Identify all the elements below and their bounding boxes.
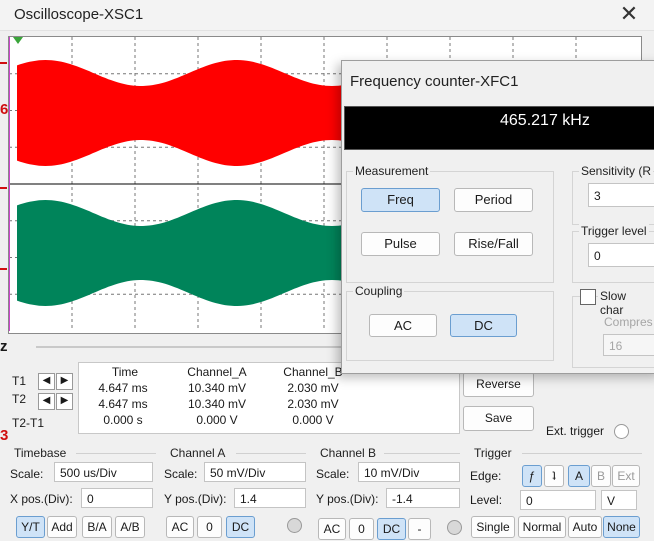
channel-b-terminal[interactable] bbox=[447, 520, 462, 535]
channel-a-scale-label: Scale: bbox=[164, 467, 198, 481]
channel-b-scale-field[interactable]: 10 mV/Div bbox=[358, 462, 460, 482]
canvas-wire-mark bbox=[0, 62, 7, 64]
channel-b-zero-button[interactable]: 0 bbox=[349, 518, 374, 540]
readout-t2-channel-a: 10.340 mV bbox=[187, 397, 247, 411]
trigger-edge-label: Edge: bbox=[470, 469, 502, 483]
readout-t2-time: 4.647 ms bbox=[98, 397, 148, 411]
trigger-source-ext-button[interactable]: Ext bbox=[612, 465, 640, 487]
channel-a-terminal[interactable] bbox=[287, 518, 302, 533]
close-icon[interactable]: ✕ bbox=[616, 1, 642, 27]
canvas-wire-mark bbox=[0, 268, 7, 270]
t2-left-arrow-icon[interactable]: ◀ bbox=[38, 393, 55, 410]
channel-a-scale-field[interactable]: 50 mV/Div bbox=[204, 462, 306, 482]
group-divider bbox=[384, 453, 460, 454]
trigger-none-button[interactable]: None bbox=[603, 516, 640, 538]
group-divider bbox=[76, 453, 156, 454]
channel-b-scale-label: Scale: bbox=[316, 467, 350, 481]
readout-header-channel-a: Channel_A bbox=[187, 365, 247, 379]
slow-change-checkbox[interactable] bbox=[580, 289, 596, 305]
group-divider bbox=[236, 453, 306, 454]
readout-t1-channel-a: 10.340 mV bbox=[187, 381, 247, 395]
pulse-button[interactable]: Pulse bbox=[361, 232, 440, 256]
rising-edge-icon[interactable]: ƒ bbox=[522, 465, 542, 487]
ba-button[interactable]: B/A bbox=[82, 516, 112, 538]
reverse-button[interactable]: Reverse bbox=[463, 372, 534, 397]
t1-right-arrow-icon[interactable]: ▶ bbox=[56, 373, 73, 390]
readout-row-label: T1 bbox=[12, 374, 27, 388]
channel-b-ypos-field[interactable]: -1.4 bbox=[386, 488, 460, 508]
readout-t1-channel-b: 2.030 mV bbox=[287, 381, 339, 395]
channel-b-ypos-label: Y pos.(Div): bbox=[316, 492, 379, 506]
timebase-xpos-label: X pos.(Div): bbox=[10, 492, 73, 506]
group-divider bbox=[522, 453, 642, 454]
channel-b-title: Channel B bbox=[320, 446, 377, 460]
trigger-single-button[interactable]: Single bbox=[471, 516, 515, 538]
timebase-title: Timebase bbox=[14, 446, 67, 460]
readout-diff-channel-a: 0.000 V bbox=[196, 413, 238, 427]
readout-header-time: Time bbox=[111, 365, 139, 379]
yt-button[interactable]: Y/T bbox=[16, 516, 45, 538]
channel-b-ac-button[interactable]: AC bbox=[318, 518, 346, 540]
t1-left-arrow-icon[interactable]: ◀ bbox=[38, 373, 55, 390]
trigger-title: Trigger bbox=[474, 446, 512, 460]
trigger-level-unit[interactable]: V bbox=[601, 490, 637, 510]
measurement-title: Measurement bbox=[353, 164, 431, 178]
coupling-title: Coupling bbox=[353, 284, 405, 298]
timebase-scale-field[interactable]: 500 us/Div bbox=[54, 462, 153, 482]
ext-trigger-terminal[interactable] bbox=[614, 424, 629, 439]
readout-row-label: T2 bbox=[12, 392, 27, 406]
sensitivity-label: Sensitivity (R bbox=[579, 164, 654, 178]
trigger-level-field[interactable]: 0 bbox=[520, 490, 596, 510]
rise-fall-button[interactable]: Rise/Fall bbox=[454, 232, 533, 256]
canvas-label-z: z bbox=[0, 338, 8, 355]
slow-change-label: Slow char bbox=[598, 289, 654, 317]
falling-edge-icon[interactable]: ʇ bbox=[544, 465, 564, 487]
ab-button[interactable]: A/B bbox=[115, 516, 145, 538]
channel-a-zero-button[interactable]: 0 bbox=[197, 516, 222, 538]
period-button[interactable]: Period bbox=[454, 188, 533, 212]
window-title: Oscilloscope-XSC1 bbox=[14, 6, 144, 23]
channel-b-dc-button[interactable]: DC bbox=[377, 518, 406, 540]
readout-row-label: T2-T1 bbox=[12, 416, 45, 430]
frequency-counter-title: Frequency counter-XFC1 bbox=[350, 73, 519, 90]
readout-diff-channel-b: 0.000 V bbox=[292, 413, 334, 427]
readout-t2-channel-b: 2.030 mV bbox=[287, 397, 339, 411]
cursor-handle-icon bbox=[13, 37, 23, 44]
add-button[interactable]: Add bbox=[47, 516, 77, 538]
channel-a-title: Channel A bbox=[170, 446, 226, 460]
readout-t1-time: 4.647 ms bbox=[98, 381, 148, 395]
canvas-wire-mark bbox=[0, 187, 7, 189]
canvas-label: 3 bbox=[0, 427, 9, 444]
coupling-dc-button[interactable]: DC bbox=[450, 314, 517, 337]
channel-a-ac-button[interactable]: AC bbox=[166, 516, 194, 538]
ext-trigger-label: Ext. trigger bbox=[546, 424, 605, 438]
channel-a-dc-button[interactable]: DC bbox=[226, 516, 255, 538]
channel-b-invert-button[interactable]: - bbox=[408, 518, 431, 540]
trigger-auto-button[interactable]: Auto bbox=[568, 516, 602, 538]
timebase-scale-label: Scale: bbox=[10, 467, 44, 481]
compress-label: Compres bbox=[604, 315, 653, 329]
frequency-display bbox=[344, 106, 654, 150]
channel-a-ypos-label: Y pos.(Div): bbox=[164, 492, 227, 506]
fc-trigger-level-label: Trigger level bbox=[579, 224, 649, 238]
timebase-xpos-field[interactable]: 0 bbox=[81, 488, 153, 508]
compress-field: 16 bbox=[603, 334, 654, 356]
t2-right-arrow-icon[interactable]: ▶ bbox=[56, 393, 73, 410]
coupling-ac-button[interactable]: AC bbox=[369, 314, 437, 337]
channel-a-ypos-field[interactable]: 1.4 bbox=[234, 488, 306, 508]
save-button[interactable]: Save bbox=[463, 406, 534, 431]
sensitivity-field[interactable]: 3 bbox=[588, 183, 654, 207]
frequency-value: 465.217 kHz bbox=[500, 112, 590, 129]
trigger-source-b-button[interactable]: B bbox=[591, 465, 611, 487]
readout-diff-time: 0.000 s bbox=[103, 413, 143, 427]
fc-trigger-level-field[interactable]: 0 bbox=[588, 243, 654, 267]
trigger-level-label: Level: bbox=[470, 493, 503, 507]
trigger-normal-button[interactable]: Normal bbox=[518, 516, 566, 538]
trigger-source-a-button[interactable]: A bbox=[568, 465, 590, 487]
freq-button[interactable]: Freq bbox=[361, 188, 440, 212]
